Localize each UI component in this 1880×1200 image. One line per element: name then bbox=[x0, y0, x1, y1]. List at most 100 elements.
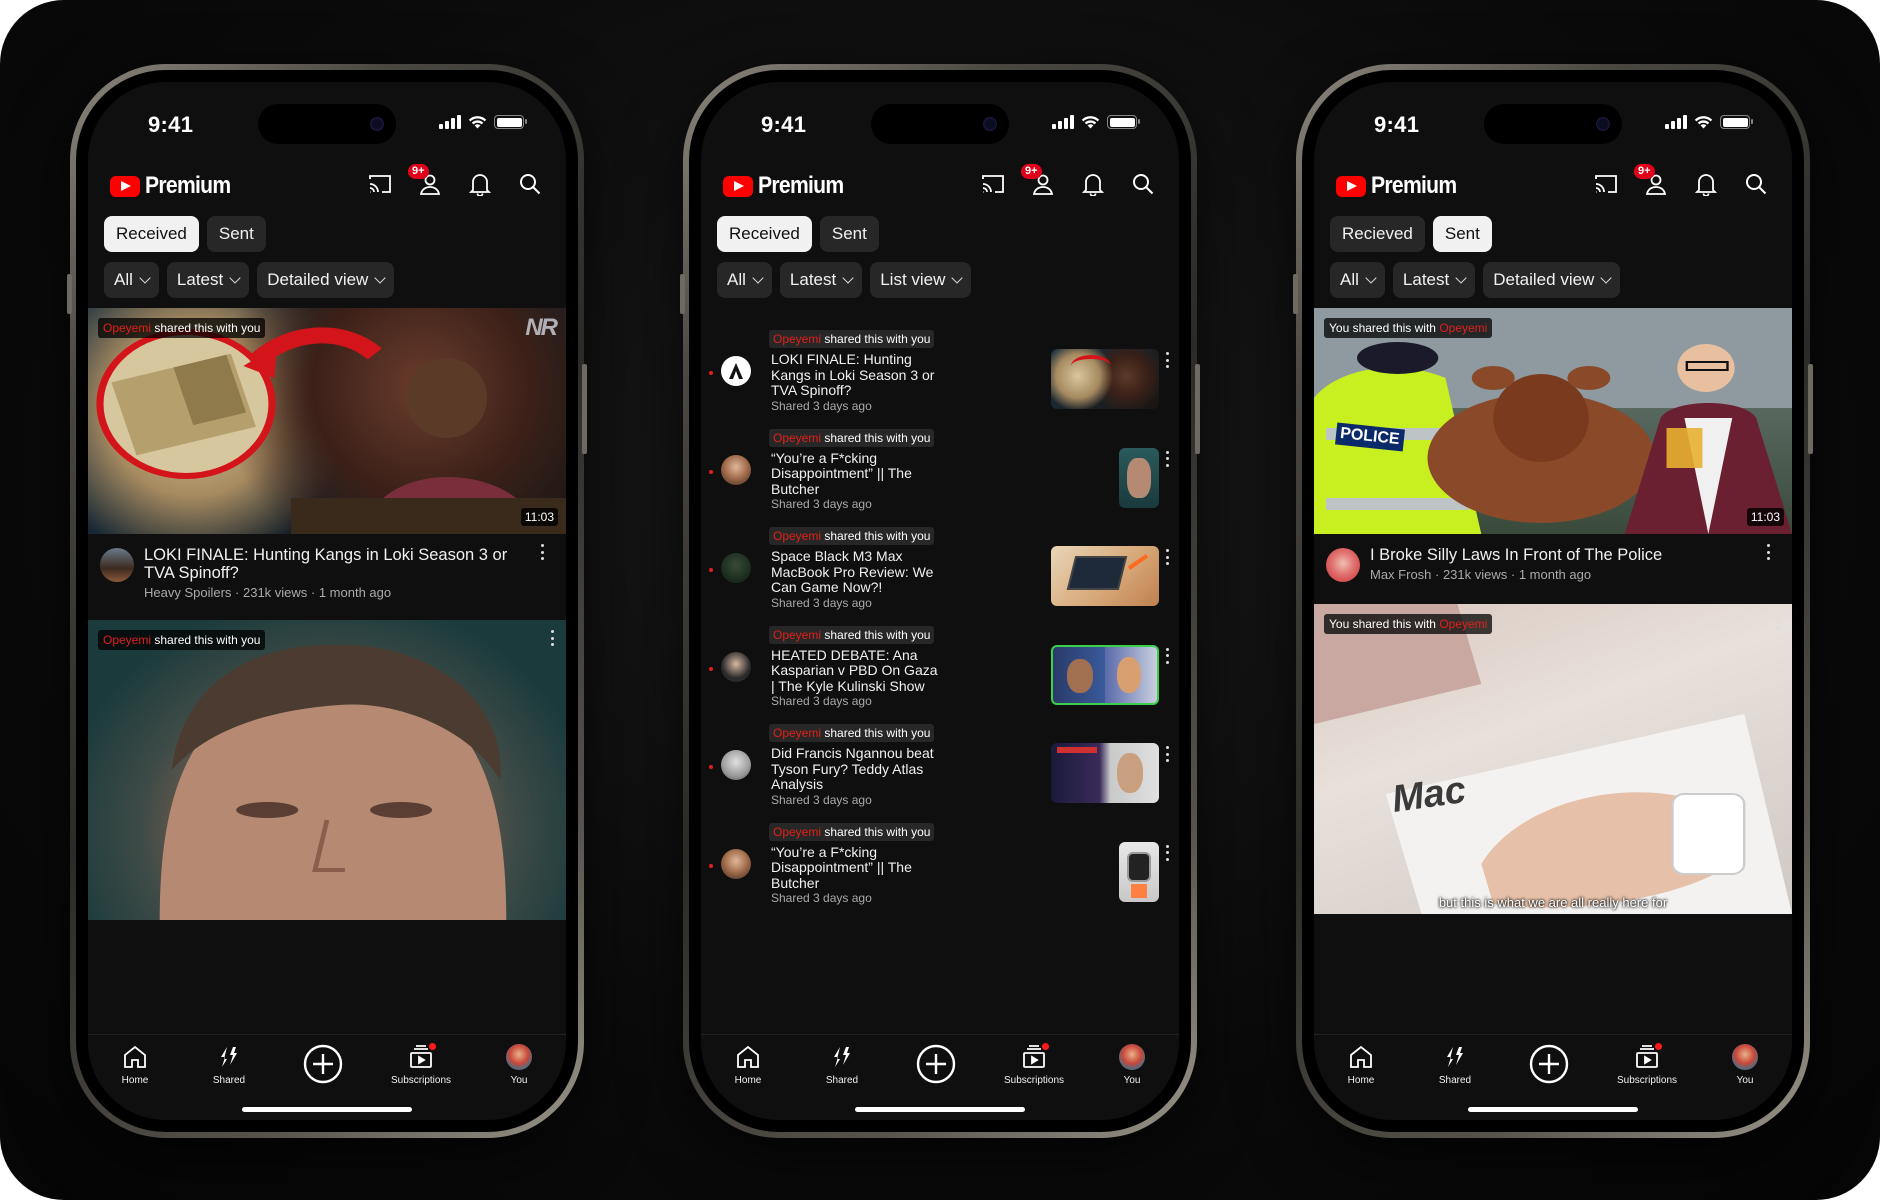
nav-home[interactable]: Home bbox=[1325, 1043, 1397, 1086]
more-options-icon[interactable] bbox=[1165, 647, 1169, 664]
bell-icon[interactable] bbox=[1692, 170, 1720, 198]
channel-avatar[interactable] bbox=[721, 553, 751, 583]
list-item[interactable]: Opeyemi shared this with you “You’re a F… bbox=[701, 423, 1179, 522]
shared-people-icon[interactable]: 9+ bbox=[1634, 164, 1670, 198]
home-indicator[interactable] bbox=[242, 1107, 412, 1112]
video-title[interactable]: I Broke Silly Laws In Front of The Polic… bbox=[1370, 546, 1742, 564]
shared-people-icon[interactable]: 9+ bbox=[408, 164, 444, 198]
bell-icon[interactable] bbox=[1079, 170, 1107, 198]
video-card[interactable]: Opeyemi shared this with you bbox=[88, 620, 566, 920]
nav-create[interactable] bbox=[287, 1043, 359, 1086]
recipient-name[interactable]: Opeyemi bbox=[1439, 617, 1487, 631]
cast-icon[interactable] bbox=[979, 170, 1007, 198]
more-options-icon[interactable] bbox=[1165, 549, 1169, 565]
search-icon[interactable] bbox=[516, 170, 544, 198]
sender-name[interactable]: Opeyemi bbox=[773, 726, 821, 740]
nav-create[interactable] bbox=[900, 1043, 972, 1086]
youtube-premium-logo[interactable]: Premium bbox=[723, 172, 855, 200]
filter-latest-dropdown[interactable]: Latest bbox=[1392, 262, 1476, 298]
more-options-icon[interactable] bbox=[1165, 746, 1169, 762]
tab-sent[interactable]: Sent bbox=[819, 216, 879, 252]
nav-home[interactable]: Home bbox=[712, 1043, 784, 1086]
more-options-icon[interactable] bbox=[1766, 544, 1770, 560]
youtube-premium-logo[interactable]: Premium bbox=[1336, 172, 1468, 200]
sender-name[interactable]: Opeyemi bbox=[773, 825, 821, 839]
video-card[interactable]: Opeyemi shared this with you NR 11:03 LO… bbox=[88, 308, 566, 620]
sender-name[interactable]: Opeyemi bbox=[773, 529, 821, 543]
tab-received[interactable]: Received bbox=[104, 216, 199, 252]
sender-name[interactable]: Opeyemi bbox=[103, 633, 151, 647]
tab-received[interactable]: Recieved bbox=[1330, 216, 1425, 252]
nav-shared[interactable]: Shared bbox=[1419, 1043, 1491, 1086]
search-icon[interactable] bbox=[1129, 170, 1157, 198]
tab-sent[interactable]: Sent bbox=[206, 216, 266, 252]
video-thumbnail[interactable] bbox=[1051, 546, 1159, 606]
nav-you[interactable]: You bbox=[483, 1043, 555, 1086]
channel-avatar[interactable] bbox=[1326, 548, 1360, 582]
cast-icon[interactable] bbox=[366, 170, 394, 198]
home-indicator[interactable] bbox=[855, 1107, 1025, 1112]
video-thumbnail[interactable] bbox=[1051, 743, 1159, 803]
channel-avatar[interactable] bbox=[721, 651, 751, 682]
nav-subscriptions[interactable]: Subscriptions bbox=[994, 1043, 1074, 1086]
video-title[interactable]: LOKI FINALE: Hunting Kangs in Loki Seaso… bbox=[144, 546, 516, 582]
app-header: Premium 9+ bbox=[701, 164, 1179, 208]
video-thumbnail[interactable]: Opeyemi shared this with you NR 11:03 bbox=[88, 308, 566, 534]
youtube-play-icon bbox=[110, 175, 140, 197]
bell-icon[interactable] bbox=[466, 170, 494, 198]
more-options-icon[interactable] bbox=[1165, 450, 1169, 467]
channel-avatar[interactable] bbox=[100, 548, 134, 582]
tab-received[interactable]: Received bbox=[717, 216, 812, 252]
channel-avatar[interactable] bbox=[721, 750, 751, 780]
video-card[interactable]: You shared this with Opeyemi Mac but thi… bbox=[1314, 604, 1792, 914]
more-options-icon[interactable] bbox=[550, 630, 554, 646]
nav-shared[interactable]: Shared bbox=[806, 1043, 878, 1086]
nav-subscriptions[interactable]: Subscriptions bbox=[381, 1043, 461, 1086]
home-indicator[interactable] bbox=[1468, 1107, 1638, 1112]
nav-create[interactable] bbox=[1513, 1043, 1585, 1086]
sender-name[interactable]: Opeyemi bbox=[773, 628, 821, 642]
sender-name[interactable]: Opeyemi bbox=[773, 332, 821, 346]
list-item[interactable]: Opeyemi shared this with you LOKI FINALE… bbox=[701, 324, 1179, 423]
nav-home[interactable]: Home bbox=[99, 1043, 171, 1086]
filter-latest-dropdown[interactable]: Latest bbox=[779, 262, 863, 298]
filter-all-dropdown[interactable]: All bbox=[1330, 262, 1385, 298]
nav-shared[interactable]: Shared bbox=[193, 1043, 265, 1086]
cast-icon[interactable] bbox=[1592, 170, 1620, 198]
search-icon[interactable] bbox=[1742, 170, 1770, 198]
list-item[interactable]: Opeyemi shared this with you Did Francis… bbox=[701, 718, 1179, 817]
channel-avatar[interactable] bbox=[721, 356, 751, 386]
sender-name[interactable]: Opeyemi bbox=[103, 321, 151, 335]
list-item[interactable]: Opeyemi shared this with you HEATED DEBA… bbox=[701, 620, 1179, 719]
filter-all-dropdown[interactable]: All bbox=[717, 262, 772, 298]
video-card[interactable]: You shared this with Opeyemi POLICE 11:0… bbox=[1314, 308, 1792, 604]
video-thumbnail[interactable]: Opeyemi shared this with you bbox=[88, 620, 566, 920]
video-thumbnail[interactable] bbox=[1051, 644, 1159, 705]
video-thumbnail[interactable] bbox=[1051, 349, 1159, 409]
nav-you[interactable]: You bbox=[1096, 1043, 1168, 1086]
video-thumbnail[interactable] bbox=[1119, 447, 1159, 508]
view-mode-dropdown[interactable]: Detailed view bbox=[257, 262, 395, 298]
tab-sent[interactable]: Sent bbox=[1432, 216, 1492, 252]
list-item[interactable]: Opeyemi shared this with you “You’re a F… bbox=[701, 817, 1179, 916]
channel-avatar[interactable] bbox=[721, 848, 751, 879]
video-thumbnail[interactable] bbox=[1119, 841, 1159, 902]
nav-you[interactable]: You bbox=[1709, 1043, 1781, 1086]
list-item[interactable]: Opeyemi shared this with you Space Black… bbox=[701, 521, 1179, 620]
video-thumbnail[interactable]: You shared this with Opeyemi POLICE 11:0… bbox=[1314, 308, 1792, 534]
channel-avatar[interactable] bbox=[721, 454, 751, 485]
more-options-icon[interactable] bbox=[1165, 352, 1169, 368]
more-options-icon[interactable] bbox=[540, 544, 544, 560]
filter-latest-dropdown[interactable]: Latest bbox=[166, 262, 250, 298]
shared-people-icon[interactable]: 9+ bbox=[1021, 164, 1057, 198]
filter-all-dropdown[interactable]: All bbox=[104, 262, 159, 298]
video-thumbnail[interactable]: You shared this with Opeyemi Mac but thi… bbox=[1314, 604, 1792, 914]
nav-subscriptions[interactable]: Subscriptions bbox=[1607, 1043, 1687, 1086]
view-mode-dropdown[interactable]: Detailed view bbox=[1483, 262, 1621, 298]
more-options-icon[interactable] bbox=[1776, 614, 1780, 630]
recipient-name[interactable]: Opeyemi bbox=[1439, 321, 1487, 335]
view-mode-dropdown[interactable]: List view bbox=[870, 262, 972, 298]
youtube-premium-logo[interactable]: Premium bbox=[110, 172, 242, 200]
more-options-icon[interactable] bbox=[1165, 844, 1169, 861]
sender-name[interactable]: Opeyemi bbox=[773, 431, 821, 445]
